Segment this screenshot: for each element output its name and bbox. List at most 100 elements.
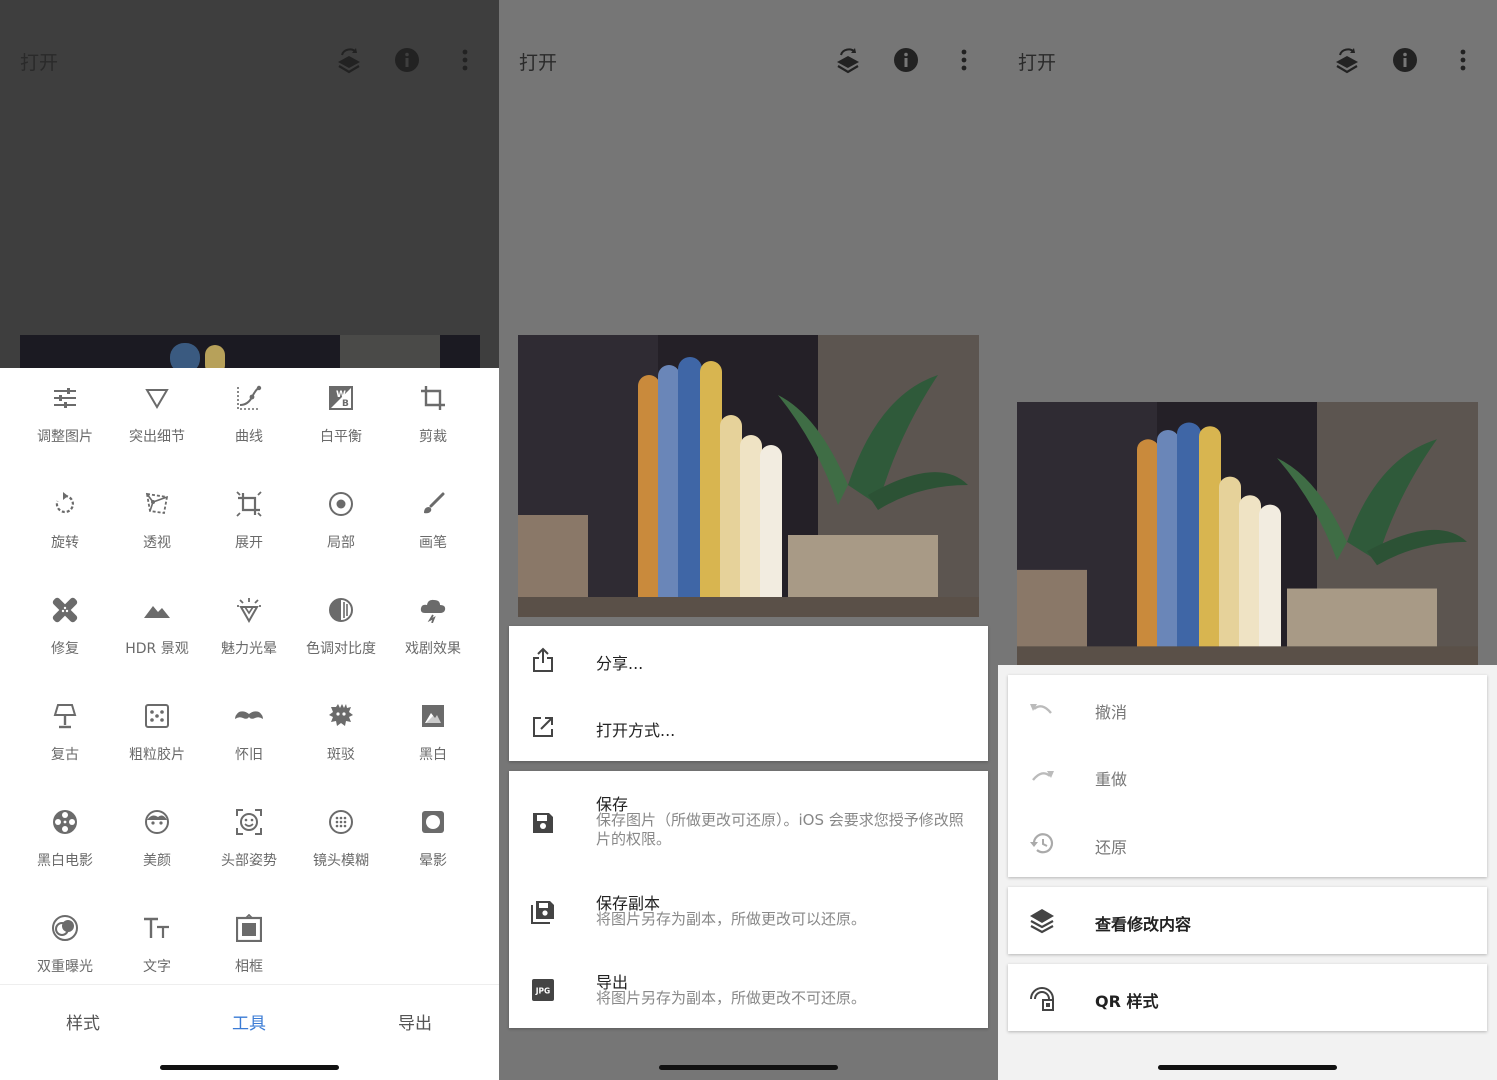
tool-text[interactable]: 文字 bbox=[111, 898, 203, 988]
details-icon bbox=[111, 380, 203, 416]
noir-icon bbox=[19, 804, 111, 840]
info-icon[interactable] bbox=[890, 44, 922, 76]
tool-lens-blur[interactable]: 镜头模糊 bbox=[295, 792, 387, 882]
qr-look-icon bbox=[1028, 984, 1056, 1012]
export-description: 将图片另存为副本，所做更改不可还原。 bbox=[596, 989, 867, 1007]
tool-tune[interactable]: 调整图片 bbox=[19, 368, 111, 458]
view-edits-menu-item[interactable]: 查看修改内容 bbox=[1008, 887, 1487, 954]
tool-healing[interactable]: 修复 bbox=[19, 580, 111, 670]
tool-retrolux[interactable]: 怀旧 bbox=[203, 686, 295, 776]
info-icon[interactable] bbox=[391, 44, 423, 76]
layers-undo-icon[interactable] bbox=[1331, 44, 1363, 76]
tool-frames[interactable]: 相框 bbox=[203, 898, 295, 988]
tool-rotate[interactable]: 旋转 bbox=[19, 474, 111, 564]
tab-tools[interactable]: 工具 bbox=[189, 1009, 309, 1034]
home-indicator bbox=[1158, 1065, 1337, 1070]
qr-look-menu-item[interactable]: QR 样式 bbox=[1008, 964, 1487, 1031]
tool-crop[interactable]: 剪裁 bbox=[387, 368, 479, 458]
tool-black-white[interactable]: 黑白 bbox=[387, 686, 479, 776]
layers-undo-icon[interactable] bbox=[333, 44, 365, 76]
vintage-icon bbox=[19, 698, 111, 734]
selective-icon bbox=[295, 486, 387, 522]
save-menu-item[interactable]: 保存 保存图片（所做更改可还原）。iOS 会要求您授予修改照片的权限。 bbox=[509, 771, 988, 871]
tool-label: 白平衡 bbox=[320, 429, 362, 445]
healing-icon bbox=[19, 592, 111, 628]
redo-menu-item[interactable]: 重做 bbox=[1008, 742, 1487, 810]
history-icon bbox=[1028, 830, 1056, 858]
undo-label: 撤消 bbox=[1095, 703, 1128, 722]
info-icon[interactable] bbox=[1389, 44, 1421, 76]
tool-label: 文字 bbox=[143, 959, 171, 975]
history-menu-card: 撤消 重做 还原 bbox=[1008, 675, 1487, 877]
glamour-glow-icon bbox=[203, 592, 295, 628]
tool-curves[interactable]: 曲线 bbox=[203, 368, 295, 458]
redo-icon bbox=[1028, 762, 1056, 790]
tool-label: 黑白 bbox=[419, 747, 447, 763]
tool-label: 相框 bbox=[235, 959, 263, 975]
qr-look-label: QR 样式 bbox=[1095, 992, 1159, 1011]
tool-label: 黑白电影 bbox=[37, 853, 93, 869]
tool-grainy-film[interactable]: 粗粒胶片 bbox=[111, 686, 203, 776]
tool-details[interactable]: 突出细节 bbox=[111, 368, 203, 458]
share-menu-item[interactable]: 分享... bbox=[509, 626, 988, 693]
open-with-label: 打开方式... bbox=[596, 721, 676, 740]
tool-perspective[interactable]: 透视 bbox=[111, 474, 203, 564]
open-button[interactable]: 打开 bbox=[1018, 48, 1056, 75]
crop-icon bbox=[387, 380, 479, 416]
tool-vignette[interactable]: 晕影 bbox=[387, 792, 479, 882]
tool-vintage[interactable]: 复古 bbox=[19, 686, 111, 776]
revert-label: 还原 bbox=[1095, 838, 1128, 857]
export-menu-item[interactable]: JPG 导出 将图片另存为副本，所做更改不可还原。 bbox=[509, 951, 988, 1028]
tonal-contrast-icon bbox=[295, 592, 387, 628]
tool-hdr[interactable]: HDR 景观 bbox=[111, 580, 203, 670]
more-vert-icon[interactable] bbox=[449, 44, 481, 76]
tool-face[interactable]: 美颜 bbox=[111, 792, 203, 882]
text-icon bbox=[111, 910, 203, 946]
tool-label: 旋转 bbox=[51, 535, 79, 551]
tool-label: 双重曝光 bbox=[37, 959, 93, 975]
brush-icon bbox=[387, 486, 479, 522]
tool-label: 复古 bbox=[51, 747, 79, 763]
save-menu-card: 保存 保存图片（所做更改可还原）。iOS 会要求您授予修改照片的权限。 保存副本… bbox=[509, 771, 988, 1028]
hdr-icon bbox=[111, 592, 203, 628]
save-copy-menu-item[interactable]: 保存副本 将图片另存为副本，所做更改可以还原。 bbox=[509, 871, 988, 951]
tool-label: 粗粒胶片 bbox=[129, 747, 185, 763]
open-in-new-icon bbox=[529, 713, 557, 741]
tool-label: 局部 bbox=[327, 535, 355, 551]
head-pose-icon bbox=[203, 804, 295, 840]
expand-icon bbox=[203, 486, 295, 522]
tool-selective[interactable]: 局部 bbox=[295, 474, 387, 564]
tab-looks[interactable]: 样式 bbox=[23, 1009, 143, 1034]
more-vert-icon[interactable] bbox=[1447, 44, 1479, 76]
tool-grunge[interactable]: 斑驳 bbox=[295, 686, 387, 776]
tool-label: 戏剧效果 bbox=[405, 641, 461, 657]
tool-double-exposure[interactable]: 双重曝光 bbox=[19, 898, 111, 988]
tool-tonal-contrast[interactable]: 色调对比度 bbox=[295, 580, 387, 670]
tune-icon bbox=[19, 380, 111, 416]
jpg-icon: JPG bbox=[529, 976, 557, 1004]
tool-label: 镜头模糊 bbox=[313, 853, 369, 869]
revert-menu-item[interactable]: 还原 bbox=[1008, 810, 1487, 877]
tool-label: 头部姿势 bbox=[221, 853, 277, 869]
open-button[interactable]: 打开 bbox=[519, 48, 557, 75]
svg-text:B: B bbox=[342, 399, 349, 409]
tool-noir[interactable]: 黑白电影 bbox=[19, 792, 111, 882]
open-button[interactable]: 打开 bbox=[20, 48, 58, 75]
rotate-icon bbox=[19, 486, 111, 522]
layers-undo-icon[interactable] bbox=[832, 44, 864, 76]
tool-label: 突出细节 bbox=[129, 429, 185, 445]
undo-menu-item[interactable]: 撤消 bbox=[1008, 675, 1487, 742]
open-with-menu-item[interactable]: 打开方式... bbox=[509, 693, 988, 761]
view-edits-label: 查看修改内容 bbox=[1095, 915, 1192, 934]
more-vert-icon[interactable] bbox=[948, 44, 980, 76]
tool-white-balance[interactable]: W B 白平衡 bbox=[295, 368, 387, 458]
tool-label: 晕影 bbox=[419, 853, 447, 869]
tab-export[interactable]: 导出 bbox=[355, 1009, 475, 1034]
tool-expand[interactable]: 展开 bbox=[203, 474, 295, 564]
face-icon bbox=[111, 804, 203, 840]
tool-glamour-glow[interactable]: 魅力光晕 bbox=[203, 580, 295, 670]
tool-label: 曲线 bbox=[235, 429, 263, 445]
tool-brush[interactable]: 画笔 bbox=[387, 474, 479, 564]
tool-drama[interactable]: 戏剧效果 bbox=[387, 580, 479, 670]
tool-head-pose[interactable]: 头部姿势 bbox=[203, 792, 295, 882]
